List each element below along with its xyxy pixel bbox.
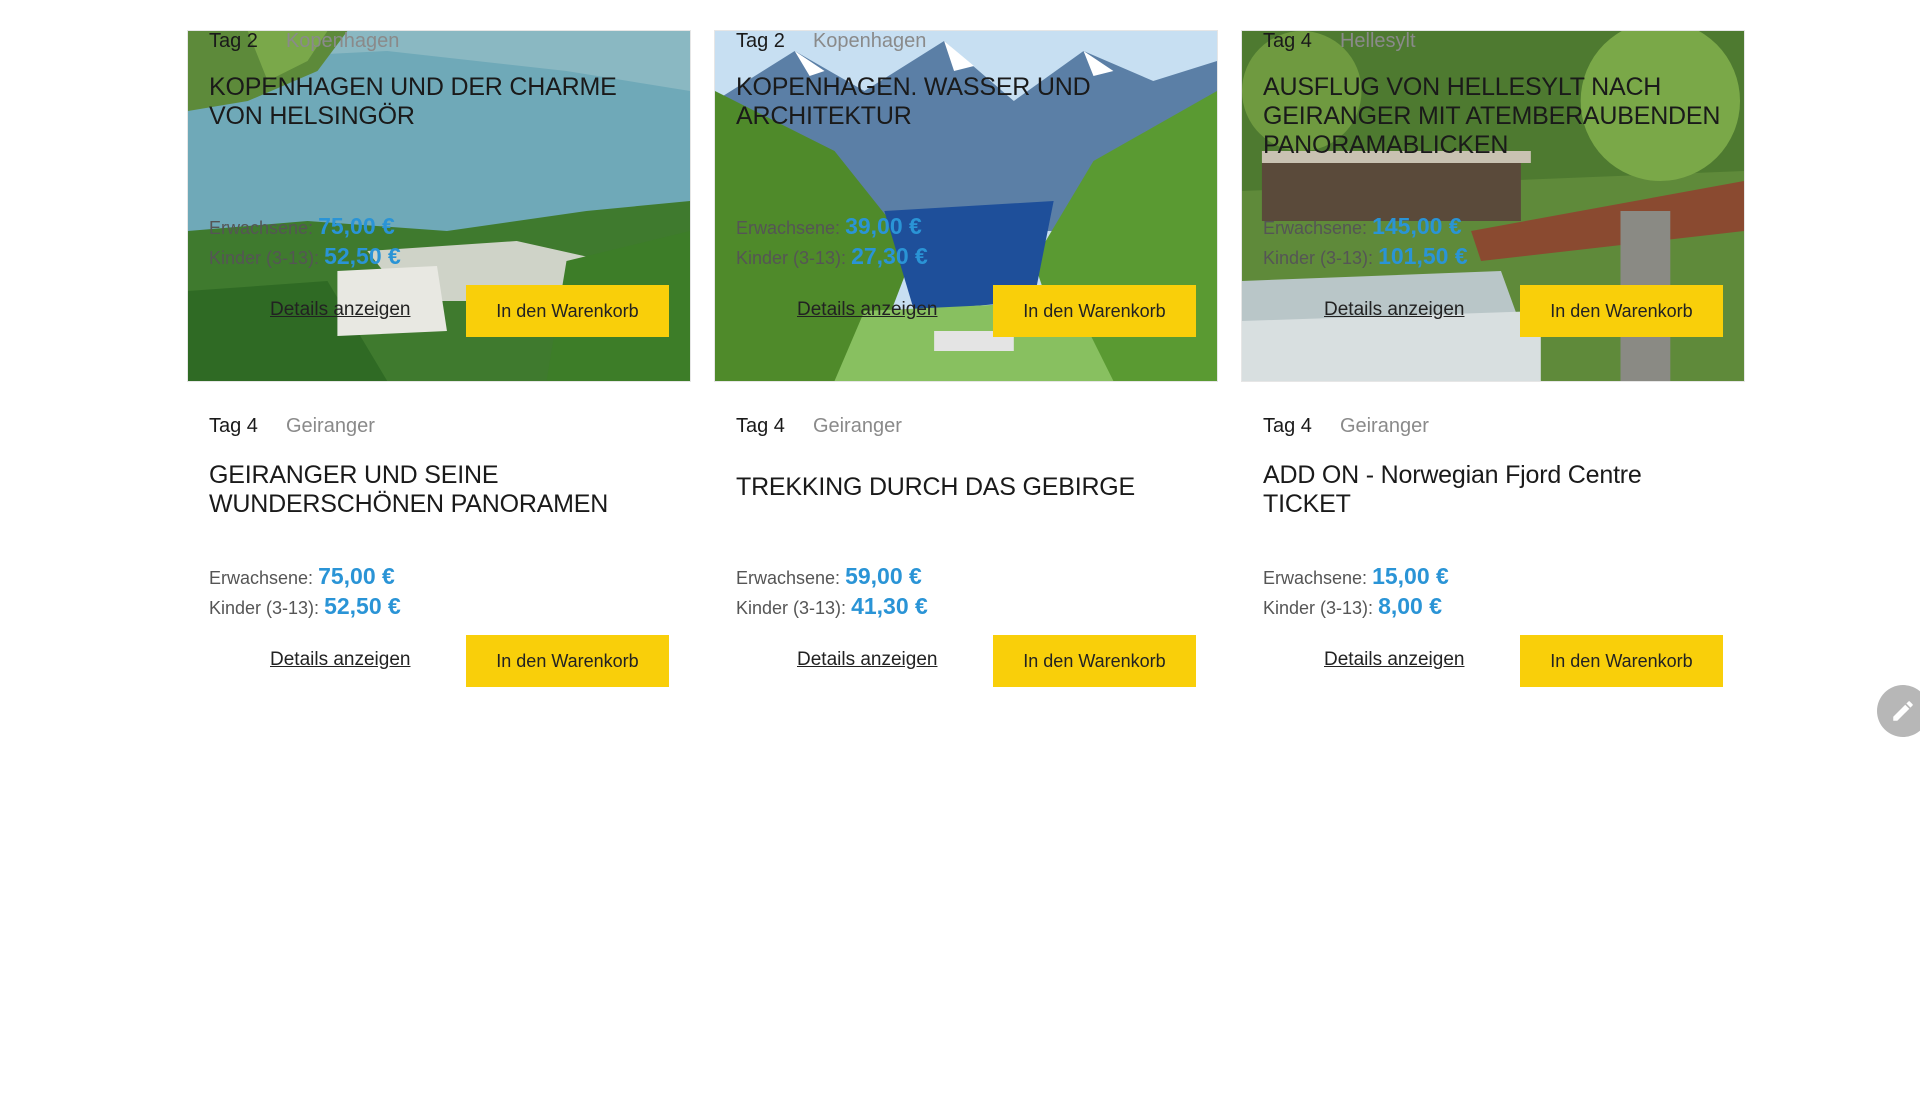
price-block: Erwachsene: 75,00 € Kinder (3-13): 52,50… xyxy=(209,561,401,621)
child-label: Kinder (3-13): xyxy=(1263,598,1374,618)
place-label: Kopenhagen xyxy=(812,30,927,52)
details-link[interactable]: Details anzeigen xyxy=(1324,649,1464,671)
add-to-cart-button[interactable]: In den Warenkorb xyxy=(1520,635,1723,687)
card-actions: Details anzeigen In den Warenkorb xyxy=(209,635,669,687)
child-label: Kinder (3-13): xyxy=(209,598,320,618)
price-block: Erwachsene: 59,00 € Kinder (3-13): 41,30… xyxy=(736,561,928,621)
place-label: Geiranger xyxy=(285,415,375,437)
child-price: 52,50 € xyxy=(324,243,401,269)
card-meta: Tag 4 Geiranger xyxy=(1263,415,1429,438)
card-title: TREKKING DURCH DAS GEBIRGE xyxy=(736,473,1136,501)
day-label: Tag 2 xyxy=(736,30,785,52)
adult-label: Erwachsene: xyxy=(736,218,841,238)
child-label: Kinder (3-13): xyxy=(209,248,320,268)
details-link[interactable]: Details anzeigen xyxy=(270,649,410,671)
child-label: Kinder (3-13): xyxy=(1263,248,1374,268)
card-meta: Tag 4 Geiranger xyxy=(736,415,902,438)
card-title: KOPENHAGEN. WASSER UND ARCHITEKTUR xyxy=(736,73,1091,130)
card-meta: Tag 4 Geiranger xyxy=(209,415,375,438)
card-actions: Details anzeigen In den Warenkorb xyxy=(209,285,669,337)
details-link[interactable]: Details anzeigen xyxy=(797,299,937,321)
add-to-cart-button[interactable]: In den Warenkorb xyxy=(466,285,669,337)
adult-price: 75,00 € xyxy=(318,213,395,239)
child-label: Kinder (3-13): xyxy=(736,598,847,618)
card-title: KOPENHAGEN UND DER CHARME VON HELSINGÖR xyxy=(209,73,617,130)
card-title: ADD ON - Norwegian Fjord Centre TICKET xyxy=(1263,461,1642,518)
adult-label: Erwachsene: xyxy=(209,218,314,238)
details-link[interactable]: Details anzeigen xyxy=(1324,299,1464,321)
place-label: Geiranger xyxy=(1339,415,1429,437)
child-price: 52,50 € xyxy=(324,593,401,619)
card-actions: Details anzeigen In den Warenkorb xyxy=(1263,285,1723,337)
card-meta: Tag 2 Kopenhagen xyxy=(209,30,399,53)
card-title: GEIRANGER UND SEINE WUNDERSCHÖNEN PANORA… xyxy=(209,461,609,518)
day-label: Tag 4 xyxy=(209,415,258,437)
card-meta: Tag 2 Kopenhagen xyxy=(736,30,926,53)
adult-label: Erwachsene: xyxy=(1263,218,1368,238)
day-label: Tag 4 xyxy=(1263,415,1312,437)
adult-price: 15,00 € xyxy=(1372,563,1449,589)
adult-label: Erwachsene: xyxy=(736,568,841,588)
price-block: Erwachsene: 39,00 € Kinder (3-13): 27,30… xyxy=(736,211,928,271)
price-block: Erwachsene: 145,00 € Kinder (3-13): 101,… xyxy=(1263,211,1468,271)
details-link[interactable]: Details anzeigen xyxy=(797,649,937,671)
place-label: Hellesylt xyxy=(1339,30,1416,52)
adult-price: 75,00 € xyxy=(318,563,395,589)
day-label: Tag 4 xyxy=(736,415,785,437)
add-to-cart-button[interactable]: In den Warenkorb xyxy=(1520,285,1723,337)
adult-price: 39,00 € xyxy=(845,213,922,239)
add-to-cart-button[interactable]: In den Warenkorb xyxy=(993,285,1196,337)
day-label: Tag 2 xyxy=(209,30,258,52)
add-to-cart-button[interactable]: In den Warenkorb xyxy=(466,635,669,687)
adult-price: 59,00 € xyxy=(845,563,922,589)
child-label: Kinder (3-13): xyxy=(736,248,847,268)
edit-button[interactable] xyxy=(1877,685,1920,737)
adult-price: 145,00 € xyxy=(1372,213,1462,239)
price-block: Erwachsene: 15,00 € Kinder (3-13): 8,00 … xyxy=(1263,561,1449,621)
day-label: Tag 4 xyxy=(1263,30,1312,52)
price-block: Erwachsene: 75,00 € Kinder (3-13): 52,50… xyxy=(209,211,401,271)
child-price: 27,30 € xyxy=(851,243,928,269)
adult-label: Erwachsene: xyxy=(209,568,314,588)
card-title: AUSFLUG VON HELLESYLT NACH GEIRANGER MIT… xyxy=(1263,73,1721,159)
pencil-icon xyxy=(1893,701,1913,721)
child-price: 101,50 € xyxy=(1378,243,1468,269)
card-actions: Details anzeigen In den Warenkorb xyxy=(736,635,1196,687)
child-price: 8,00 € xyxy=(1378,593,1443,619)
place-label: Geiranger xyxy=(812,415,902,437)
details-link[interactable]: Details anzeigen xyxy=(270,299,410,321)
adult-label: Erwachsene: xyxy=(1263,568,1368,588)
card-meta: Tag 4 Hellesylt xyxy=(1263,30,1416,53)
excursion-grid: Tag 2 Kopenhagen KOPENHAGEN UND DER CHARM… xyxy=(187,0,1746,687)
child-price: 41,30 € xyxy=(851,593,928,619)
place-label: Kopenhagen xyxy=(285,30,400,52)
add-to-cart-button[interactable]: In den Warenkorb xyxy=(993,635,1196,687)
card-actions: Details anzeigen In den Warenkorb xyxy=(1263,635,1723,687)
card-actions: Details anzeigen In den Warenkorb xyxy=(736,285,1196,337)
